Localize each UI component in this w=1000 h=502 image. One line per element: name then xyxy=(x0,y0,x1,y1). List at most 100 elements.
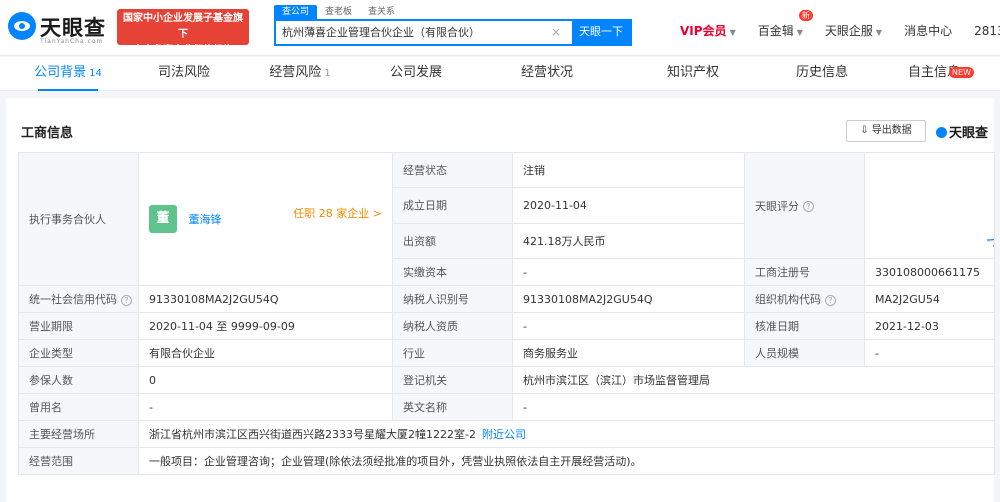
help-icon[interactable]: ? xyxy=(825,294,836,306)
eye-logo-icon xyxy=(936,127,947,138)
paid-capital-label: 实缴资本 xyxy=(392,258,513,286)
score-cell: 评分 63 xyxy=(864,152,995,259)
tianyancha-logo[interactable]: 天眼查 TianYanCha.com xyxy=(8,8,112,48)
tab-label: 公司发展 xyxy=(389,65,442,80)
chevron-down-icon: ▼ xyxy=(875,28,883,37)
tab-company-background[interactable]: 公司背景 14 xyxy=(10,57,126,91)
score-distribution-curve xyxy=(986,239,994,247)
credit-code-value: 91330108MA2J2GU54Q xyxy=(138,285,393,313)
term-label: 营业期限 xyxy=(18,312,139,340)
tab-intellectual-property[interactable]: 知识产权 xyxy=(620,57,766,91)
export-label: 导出数据 xyxy=(871,125,912,136)
promo-banner[interactable]: 国家中小企业发展子基金旗下 官方备案企业征信机构 xyxy=(117,9,249,56)
search-tab-boss[interactable]: 查老板 xyxy=(317,5,360,19)
tab-count: 1 xyxy=(324,68,331,79)
brand-logo: 天眼查 xyxy=(936,122,988,141)
tab-business-risk[interactable]: 经营风险 1 xyxy=(242,57,358,91)
search-input[interactable] xyxy=(282,21,542,44)
staff-size-value: - xyxy=(864,339,995,367)
promo-line-1: 国家中小企业发展子基金旗下 xyxy=(123,13,243,40)
established-value: 2020-11-04 xyxy=(512,187,745,224)
authority-value: 杭州市滨江区（滨江）市场监督管理局 xyxy=(512,366,995,394)
tab-self-info[interactable]: 自主信息 NEW xyxy=(878,57,990,91)
tab-label: 经营状况 xyxy=(520,65,573,80)
search-type-tabs: 查公司 查老板 查关系 xyxy=(274,5,403,19)
business-info-table: 执行事务合伙人 董 董海锋 任职 28 家企业 > 经营状态 注销 天眼评分? … xyxy=(18,151,995,475)
partner-cell: 董 董海锋 任职 28 家企业 > xyxy=(138,152,393,286)
nearby-companies-link[interactable]: 附近公司 xyxy=(482,428,526,441)
english-name-value: - xyxy=(512,393,995,421)
brand-text: 天眼查 xyxy=(949,126,989,141)
staff-size-label: 人员规模 xyxy=(744,339,865,367)
partner-name-link[interactable]: 董海锋 xyxy=(189,213,222,226)
business-info-panel: 工商信息 ⇩ 导出数据 天眼查 执行事务合伙人 董 董海锋 任职 28 家企业 … xyxy=(6,98,995,502)
term-value: 2020-11-04 至 9999-09-09 xyxy=(138,312,393,340)
baijinghui-label: 百金辑 xyxy=(757,24,794,38)
taxpayer-id-label: 纳税人识别号 xyxy=(392,285,513,313)
tab-history-info[interactable]: 历史信息 xyxy=(766,57,878,91)
insured-label: 参保人数 xyxy=(18,366,139,394)
new-badge: 新 xyxy=(798,10,813,21)
tab-label: 司法风险 xyxy=(157,65,210,80)
logo-subtext: TianYanCha.com xyxy=(40,38,104,45)
eye-logo-icon xyxy=(8,12,36,40)
user-account[interactable]: 2813... xyxy=(974,24,1000,38)
scope-label: 经营范围 xyxy=(18,447,139,475)
industry-value: 商务服务业 xyxy=(512,339,745,367)
established-label: 成立日期 xyxy=(392,187,513,224)
tianyan-service-label: 天眼企服 xyxy=(824,24,873,38)
help-icon[interactable]: ? xyxy=(121,294,132,306)
chevron-down-icon: ▼ xyxy=(796,28,803,37)
news-center-link[interactable]: 消息中心 xyxy=(904,22,952,39)
partner-companies-link[interactable]: 任职 28 家企业 > xyxy=(293,205,382,221)
tab-operating-status[interactable]: 经营状况 xyxy=(474,57,620,91)
authority-label: 登记机关 xyxy=(392,366,513,394)
search-button[interactable]: 天眼一下 xyxy=(572,21,630,44)
search-tab-relation[interactable]: 查关系 xyxy=(360,5,403,19)
new-badge: NEW xyxy=(949,67,974,78)
score-label-cell: 天眼评分? xyxy=(744,152,865,259)
paid-capital-value: - xyxy=(512,258,745,286)
tab-count: 14 xyxy=(89,68,102,79)
former-name-value: - xyxy=(138,393,393,421)
former-name-label: 曾用名 xyxy=(18,393,139,421)
company-type-value: 有限合伙企业 xyxy=(138,339,393,367)
tianyan-service-menu[interactable]: 天眼企服 ▼ xyxy=(825,22,882,39)
search-tab-company[interactable]: 查公司 xyxy=(274,5,318,19)
tab-label: 历史信息 xyxy=(795,65,848,80)
top-bar: 天眼查 TianYanCha.com 国家中小企业发展子基金旗下 官方备案企业征… xyxy=(0,0,1000,56)
baijinghui-menu[interactable]: 百金辑 ▼ 新 xyxy=(757,10,813,39)
org-code-value: MA2J2GU54 xyxy=(864,285,995,313)
insured-value: 0 xyxy=(138,366,393,394)
clear-search-icon[interactable]: × xyxy=(551,24,561,40)
scope-value: 一般项目：企业管理咨询；企业管理(除依法须经批准的项目外，凭营业执照依法自主开展… xyxy=(138,447,995,475)
org-code-label-cell: 组织机构代码? xyxy=(744,285,865,313)
export-data-button[interactable]: ⇩ 导出数据 xyxy=(846,120,926,142)
vip-label: VIP会员 xyxy=(680,24,727,38)
download-icon: ⇩ xyxy=(860,125,869,136)
partner-label: 执行事务合伙人 xyxy=(18,152,139,286)
english-name-label: 英文名称 xyxy=(392,393,513,421)
section-title: 工商信息 xyxy=(21,126,74,141)
status-label: 经营状态 xyxy=(392,151,513,189)
approval-date-label: 核准日期 xyxy=(744,312,865,340)
tab-legal-risk[interactable]: 司法风险 xyxy=(126,57,242,91)
status-value: 注销 xyxy=(512,151,745,189)
credit-code-label-cell: 统一社会信用代码? xyxy=(18,285,139,313)
company-type-label: 企业类型 xyxy=(18,339,139,367)
help-icon[interactable]: ? xyxy=(803,201,814,212)
tab-company-development[interactable]: 公司发展 xyxy=(358,57,474,91)
score-chart[interactable]: 评分 63 xyxy=(866,154,994,258)
taxpayer-id-value: 91330108MA2J2GU54Q xyxy=(512,285,745,313)
tab-label: 经营风险 xyxy=(269,65,322,80)
tab-label: 知识产权 xyxy=(666,65,719,80)
search-box: × 天眼一下 xyxy=(274,19,632,46)
score-label: 天眼评分 xyxy=(755,199,799,213)
org-code-label: 组织机构代码 xyxy=(755,293,821,306)
credit-code-label: 统一社会信用代码 xyxy=(29,293,117,306)
vip-menu[interactable]: VIP会员 ▼ xyxy=(680,22,736,39)
avatar[interactable]: 董 xyxy=(149,205,177,233)
reg-no-value: 330108000661175 xyxy=(864,258,995,286)
company-section-tabs: 公司背景 14 司法风险 经营风险 1 公司发展 经营状况 知识产权 历史信息 自主… xyxy=(0,57,1000,91)
approval-date-value: 2021-12-03 xyxy=(864,312,995,340)
